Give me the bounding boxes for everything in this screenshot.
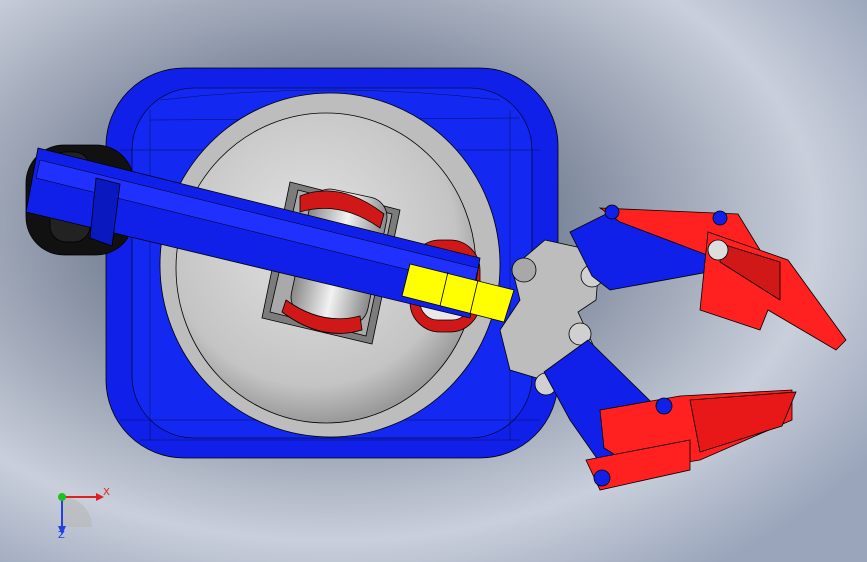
cad-viewport[interactable]: X Z xyxy=(0,0,867,562)
x-axis-label: X xyxy=(103,487,110,498)
y-axis-dot xyxy=(58,493,66,501)
model-canvas[interactable] xyxy=(0,0,867,562)
z-axis-label: Z xyxy=(58,530,65,541)
